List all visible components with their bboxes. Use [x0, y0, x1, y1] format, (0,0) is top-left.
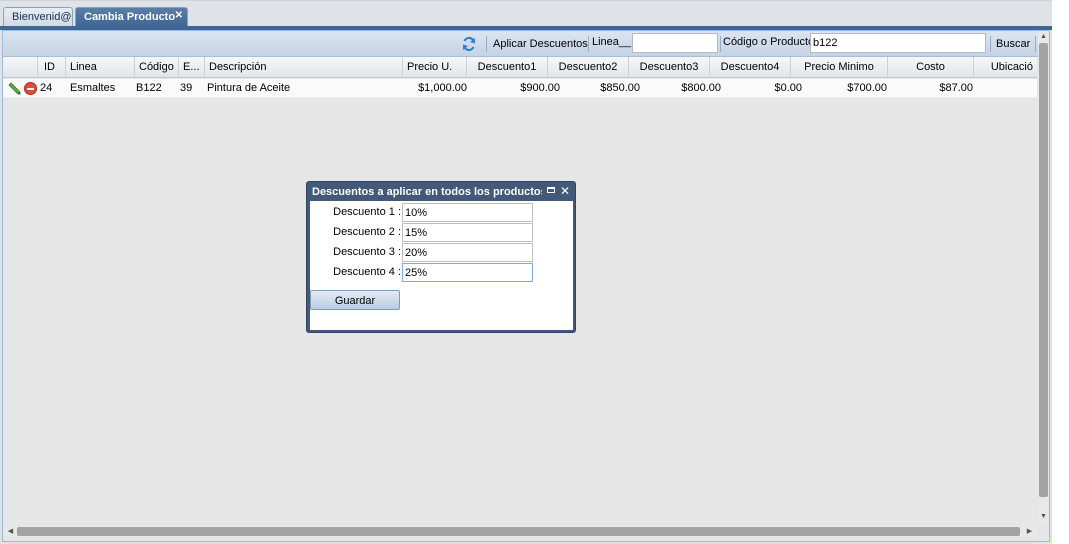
column-header-descuento3[interactable]: Descuento3: [629, 57, 710, 78]
column-header-linea[interactable]: Linea: [66, 57, 135, 78]
cell-descuento3: $800.00: [681, 82, 721, 94]
toolbar-separator: [486, 36, 487, 52]
cell-e: 39: [180, 82, 193, 94]
column-header-costo[interactable]: Costo: [888, 57, 974, 78]
horizontal-scrollbar[interactable]: ◀ ▶: [3, 526, 1037, 537]
column-header-e[interactable]: E...: [179, 57, 205, 78]
code-input[interactable]: [810, 33, 986, 53]
toolbar-separator: [990, 36, 991, 52]
dialog-title: Descuentos a aplicar en todos los produc…: [312, 186, 542, 198]
cell-linea: Esmaltes: [70, 82, 116, 94]
scroll-left-icon[interactable]: ◀: [5, 526, 16, 537]
vertical-scroll-thumb[interactable]: [1039, 43, 1048, 497]
column-header-actions: [3, 57, 38, 78]
column-header-ubicacion[interactable]: Ubicació: [974, 57, 1037, 78]
close-icon[interactable]: ✕: [560, 183, 570, 199]
search-button[interactable]: Buscar: [996, 36, 1030, 52]
scroll-down-icon[interactable]: ▼: [1038, 511, 1049, 522]
table-row[interactable]: 24 Esmaltes B122 39 Pintura de Aceite $1…: [3, 79, 1037, 98]
toolbar-separator: [588, 36, 589, 52]
discount4-input[interactable]: [402, 263, 533, 282]
code-label: Código o Producto :: [723, 36, 821, 48]
discount2-input[interactable]: [402, 223, 533, 242]
discount1-input[interactable]: [402, 203, 533, 222]
line-label: Linea__ :: [592, 36, 638, 48]
horizontal-scroll-thumb[interactable]: [17, 527, 1020, 536]
line-input[interactable]: [632, 33, 718, 53]
column-header-descuento4[interactable]: Descuento4: [710, 57, 791, 78]
close-icon[interactable]: ✕: [175, 6, 183, 25]
column-header-descripcion[interactable]: Descripción: [205, 57, 403, 78]
cell-codigo: B122: [136, 82, 162, 94]
cell-precio-minimo: $700.00: [847, 82, 887, 94]
tab-label: Cambia Producto: [84, 11, 176, 23]
dialog-body: Descuento 1 : Descuento 2 : Descuento 3 …: [310, 201, 573, 330]
discounts-dialog: Descuentos a aplicar en todos los produc…: [306, 181, 576, 333]
cell-id: 24: [40, 82, 53, 94]
cell-costo: $87.00: [939, 82, 973, 94]
window-margin: [1052, 0, 1069, 544]
vertical-scrollbar[interactable]: ▲ ▼: [1038, 31, 1049, 525]
tab-bar: Bienvenid@ Cambia Producto ✕: [0, 0, 1052, 28]
maximize-icon[interactable]: [547, 187, 555, 193]
cell-descuento1: $900.00: [520, 82, 560, 94]
cell-ubicacion: [977, 79, 1035, 98]
edit-icon[interactable]: [7, 82, 21, 95]
toolbar-separator: [720, 36, 721, 52]
column-header-precio-minimo[interactable]: Precio Minimo: [791, 57, 888, 78]
column-header-precio-u[interactable]: Precio U.: [403, 57, 467, 78]
tab-cambia-producto[interactable]: Cambia Producto ✕: [75, 7, 188, 28]
toolbar-separator: [1035, 36, 1036, 52]
grid-header: ID Linea Código E... Descripción Precio …: [3, 57, 1037, 78]
cell-descuento2: $850.00: [600, 82, 640, 94]
apply-discounts-button[interactable]: Aplicar Descuentos: [493, 36, 588, 52]
column-header-codigo[interactable]: Código: [135, 57, 179, 78]
cell-descuento4: $0.00: [774, 82, 802, 94]
cell-precio-u: $1,000.00: [418, 82, 467, 94]
delete-icon[interactable]: [24, 82, 37, 95]
column-header-descuento2[interactable]: Descuento2: [548, 57, 629, 78]
save-button[interactable]: Guardar: [310, 290, 400, 310]
discount4-label: Descuento 4 :: [333, 266, 401, 278]
app-window: Bienvenid@ Cambia Producto ✕ Aplicar Des…: [0, 0, 1052, 544]
column-header-id[interactable]: ID: [38, 57, 66, 78]
discount1-label: Descuento 1 :: [333, 206, 401, 218]
tab-bienvenido[interactable]: Bienvenid@: [3, 7, 73, 28]
cell-descripcion: Pintura de Aceite: [207, 82, 291, 94]
tab-label: Bienvenid@: [12, 11, 72, 23]
scroll-up-icon[interactable]: ▲: [1038, 31, 1049, 42]
discount3-input[interactable]: [402, 243, 533, 262]
scroll-right-icon[interactable]: ▶: [1024, 526, 1035, 537]
discount2-label: Descuento 2 :: [333, 226, 401, 238]
refresh-icon[interactable]: [461, 36, 477, 52]
toolbar: Aplicar Descuentos Linea__ : Código o Pr…: [3, 31, 1049, 57]
column-header-descuento1[interactable]: Descuento1: [467, 57, 548, 78]
discount3-label: Descuento 3 :: [333, 246, 401, 258]
